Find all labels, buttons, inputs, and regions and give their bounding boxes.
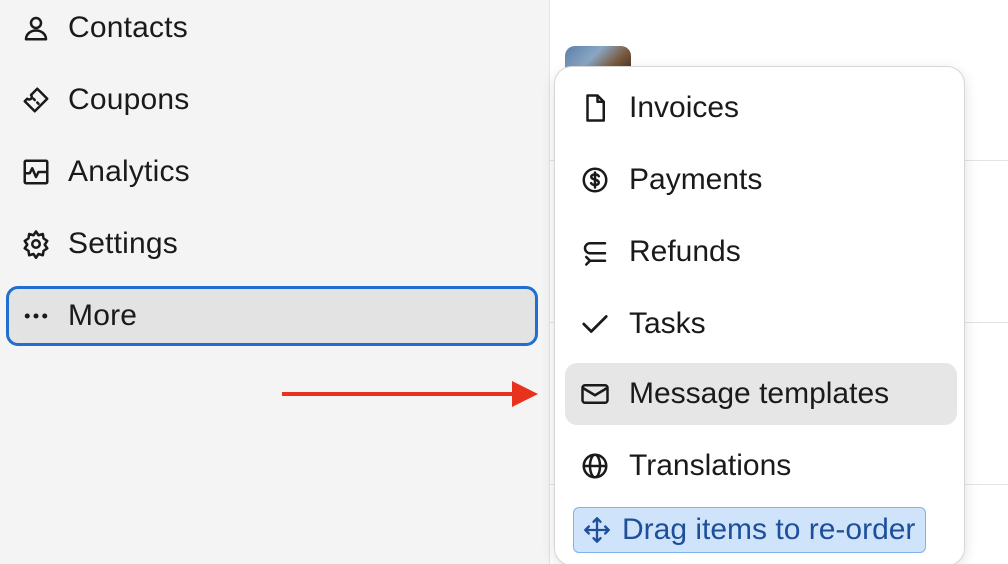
sidebar: Contacts Coupons Analytics Settings More: [0, 0, 550, 564]
sidebar-item-more[interactable]: More: [6, 286, 538, 346]
menu-item-label: Payments: [629, 163, 763, 196]
menu-item-tasks[interactable]: Tasks: [565, 293, 957, 355]
sidebar-item-analytics[interactable]: Analytics: [6, 142, 538, 202]
menu-item-label: Refunds: [629, 235, 741, 268]
move-arrows-icon: [582, 515, 612, 545]
checkmark-icon: [579, 308, 611, 340]
sidebar-item-label: Coupons: [68, 83, 190, 116]
menu-item-label: Translations: [629, 449, 792, 482]
drag-reorder-hint: Drag items to re-order: [573, 507, 927, 553]
ticket-icon: [20, 84, 52, 116]
envelope-icon: [579, 378, 611, 410]
menu-item-refunds[interactable]: Refunds: [565, 221, 957, 283]
document-icon: [579, 92, 611, 124]
dollar-circle-icon: [579, 164, 611, 196]
sidebar-item-settings[interactable]: Settings: [6, 214, 538, 274]
sidebar-item-label: Analytics: [68, 155, 190, 188]
annotation-arrow: [282, 381, 538, 407]
menu-item-label: Invoices: [629, 91, 740, 124]
sidebar-item-label: More: [68, 299, 138, 332]
gear-icon: [20, 228, 52, 260]
globe-icon: [579, 450, 611, 482]
more-dots-icon: [20, 300, 52, 332]
analytics-icon: [20, 156, 52, 188]
menu-item-payments[interactable]: Payments: [565, 149, 957, 211]
menu-item-label: Tasks: [629, 307, 706, 340]
menu-item-label: Message templates: [629, 377, 890, 410]
sidebar-item-label: Settings: [68, 227, 178, 260]
app-root: Contacts Coupons Analytics Settings More…: [0, 0, 1008, 564]
person-icon: [20, 12, 52, 44]
sidebar-item-contacts[interactable]: Contacts: [6, 0, 538, 58]
sidebar-item-label: Contacts: [68, 11, 188, 44]
more-menu-dropdown: Invoices Payments Refunds Tasks Message …: [554, 66, 965, 564]
drag-hint-label: Drag items to re-order: [622, 513, 916, 546]
menu-item-message-templates[interactable]: Message templates: [565, 363, 957, 425]
menu-item-invoices[interactable]: Invoices: [565, 77, 957, 139]
sidebar-item-coupons[interactable]: Coupons: [6, 70, 538, 130]
return-arrow-icon: [579, 236, 611, 268]
menu-item-translations[interactable]: Translations: [565, 435, 957, 497]
